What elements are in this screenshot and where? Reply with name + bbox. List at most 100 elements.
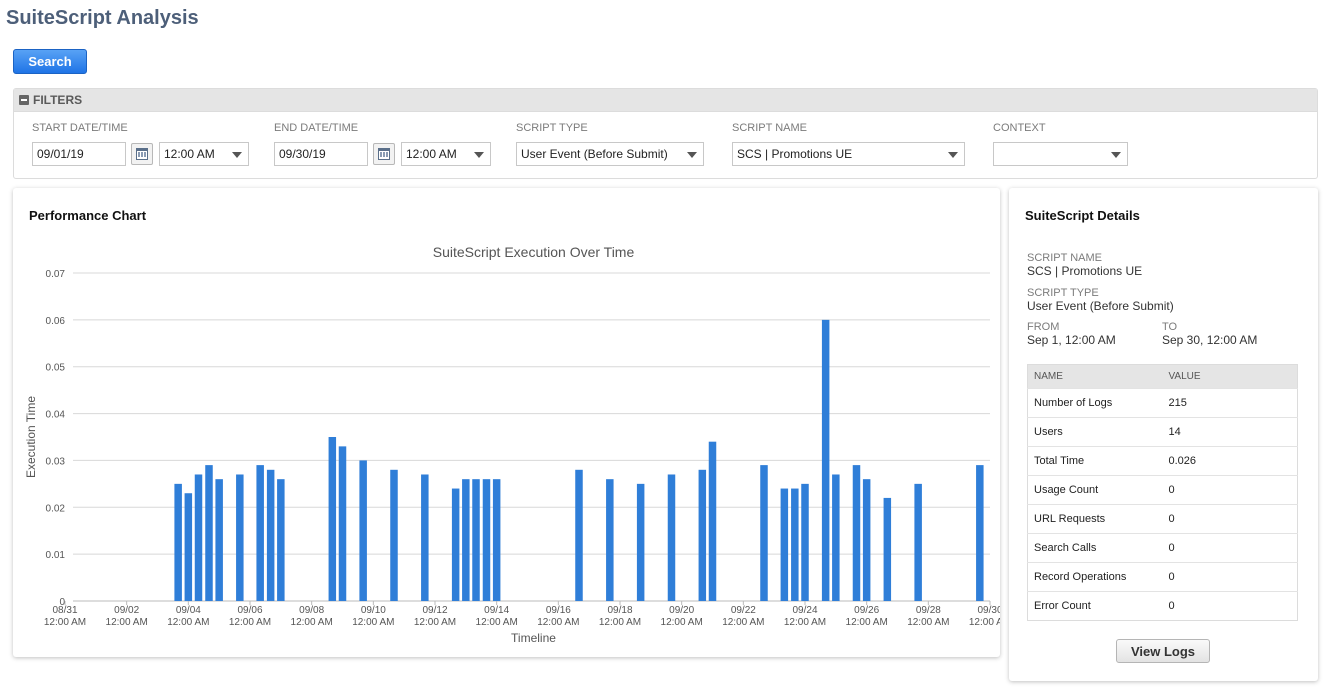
bar — [636, 483, 645, 601]
chevron-down-icon — [687, 152, 697, 158]
x-tick-date: 09/22 — [731, 605, 756, 616]
table-row: Search Calls 0 — [1027, 533, 1298, 563]
chart-title: SuiteScript Execution Over Time — [433, 244, 635, 260]
collapse-icon[interactable] — [19, 95, 29, 105]
bar — [174, 483, 182, 601]
x-tick-time: 12:00 AM — [167, 617, 209, 628]
y-axis-label: Execution Time — [24, 396, 38, 478]
view-logs-button[interactable]: View Logs — [1116, 639, 1210, 663]
x-tick-time: 12:00 AM — [846, 617, 888, 628]
script-type-select[interactable]: User Event (Before Submit) — [516, 142, 704, 166]
bar — [421, 474, 429, 601]
end-time-value: 12:00 AM — [406, 147, 457, 161]
x-tick-time: 12:00 AM — [476, 617, 518, 628]
bar — [821, 319, 830, 601]
page-title: SuiteScript Analysis — [6, 7, 199, 29]
bar — [575, 469, 583, 601]
bar — [256, 465, 264, 601]
y-tick-label: 0.06 — [46, 316, 66, 327]
table-row: Error Count 0 — [1027, 591, 1298, 621]
x-tick-date: 09/14 — [484, 605, 509, 616]
row-value: 0 — [1162, 591, 1298, 621]
bar — [359, 460, 367, 601]
x-tick-date: 09/18 — [607, 605, 632, 616]
start-date-input[interactable]: 09/01/19 — [32, 142, 126, 166]
bar — [832, 474, 840, 601]
script-type-value: User Event (Before Submit) — [521, 147, 668, 161]
filters-header[interactable]: FILTERS — [14, 89, 1317, 112]
x-tick-time: 12:00 AM — [661, 617, 703, 628]
table-row: Total Time 0.026 — [1027, 446, 1298, 476]
bar — [390, 469, 398, 601]
from-label: FROM — [1027, 321, 1060, 333]
row-value: 0 — [1162, 475, 1298, 505]
x-tick-time: 12:00 AM — [907, 617, 949, 628]
row-value: 14 — [1162, 417, 1298, 447]
end-date-input[interactable]: 09/30/19 — [274, 142, 368, 166]
end-time-select[interactable]: 12:00 AM — [401, 142, 491, 166]
script-type-filter: SCRIPT TYPE User Event (Before Submit) — [516, 122, 704, 166]
context-select[interactable] — [993, 142, 1128, 166]
bar — [194, 474, 203, 601]
bar — [482, 479, 491, 601]
row-value: 0.026 — [1162, 446, 1298, 476]
table-row: Users 14 — [1027, 417, 1298, 447]
filters-panel: FILTERS START DATE/TIME 09/01/19 12:00 A… — [13, 88, 1318, 179]
row-value: 0 — [1162, 504, 1298, 534]
row-name: Search Calls — [1027, 533, 1163, 563]
bar — [852, 465, 861, 601]
y-tick-label: 0.01 — [46, 550, 66, 561]
x-tick-time: 12:00 AM — [969, 617, 1000, 628]
script-name-select[interactable]: SCS | Promotions UE — [732, 142, 965, 166]
x-tick-date: 09/20 — [669, 605, 694, 616]
end-datetime-label: END DATE/TIME — [274, 122, 359, 134]
chevron-down-icon — [232, 152, 242, 158]
x-tick-date: 09/08 — [299, 605, 324, 616]
x-tick-date: 09/16 — [546, 605, 571, 616]
context-filter: CONTEXT — [993, 122, 1128, 166]
x-tick-time: 12:00 AM — [352, 617, 394, 628]
search-button[interactable]: Search — [13, 49, 87, 74]
bar — [862, 479, 871, 601]
y-tick-label: 0.07 — [46, 269, 66, 280]
bar — [760, 465, 768, 601]
x-tick-time: 12:00 AM — [414, 617, 456, 628]
script-name-label: SCRIPT NAME — [1027, 252, 1102, 264]
bar — [277, 479, 285, 601]
end-datetime-filter: END DATE/TIME 09/30/19 12:00 AM — [274, 122, 491, 166]
chevron-down-icon — [948, 152, 958, 158]
calendar-icon[interactable] — [131, 143, 153, 165]
x-tick-date: 09/06 — [237, 605, 262, 616]
x-tick-date: 09/10 — [361, 605, 386, 616]
bar — [883, 497, 892, 601]
bar — [462, 479, 470, 601]
table-row: Record Operations 0 — [1027, 562, 1298, 592]
x-tick-date: 09/12 — [422, 605, 447, 616]
details-title: SuiteScript Details — [1025, 208, 1140, 223]
chevron-down-icon — [1111, 152, 1121, 158]
x-tick-date: 09/28 — [916, 605, 941, 616]
bar — [492, 479, 501, 601]
x-tick-time: 12:00 AM — [291, 617, 333, 628]
row-value: 0 — [1162, 562, 1298, 592]
x-tick-date: 09/26 — [854, 605, 879, 616]
start-time-select[interactable]: 12:00 AM — [159, 142, 249, 166]
script-type-label: SCRIPT TYPE — [516, 122, 588, 134]
bar — [698, 469, 707, 601]
x-tick-time: 12:00 AM — [537, 617, 579, 628]
context-label: CONTEXT — [993, 122, 1046, 134]
calendar-icon[interactable] — [373, 143, 395, 165]
x-tick-date: 09/04 — [176, 605, 201, 616]
column-header-name: NAME — [1027, 364, 1163, 389]
x-axis-label: Timeline — [511, 631, 556, 645]
script-type-value: User Event (Before Submit) — [1027, 299, 1174, 313]
row-value: 215 — [1162, 388, 1298, 418]
bar — [780, 488, 789, 601]
x-tick-time: 12:00 AM — [784, 617, 826, 628]
script-name-value: SCS | Promotions UE — [1027, 264, 1143, 278]
bar — [215, 479, 223, 601]
row-name: Total Time — [1027, 446, 1163, 476]
bar — [236, 474, 244, 601]
bar — [791, 488, 799, 601]
row-name: Error Count — [1027, 591, 1163, 621]
